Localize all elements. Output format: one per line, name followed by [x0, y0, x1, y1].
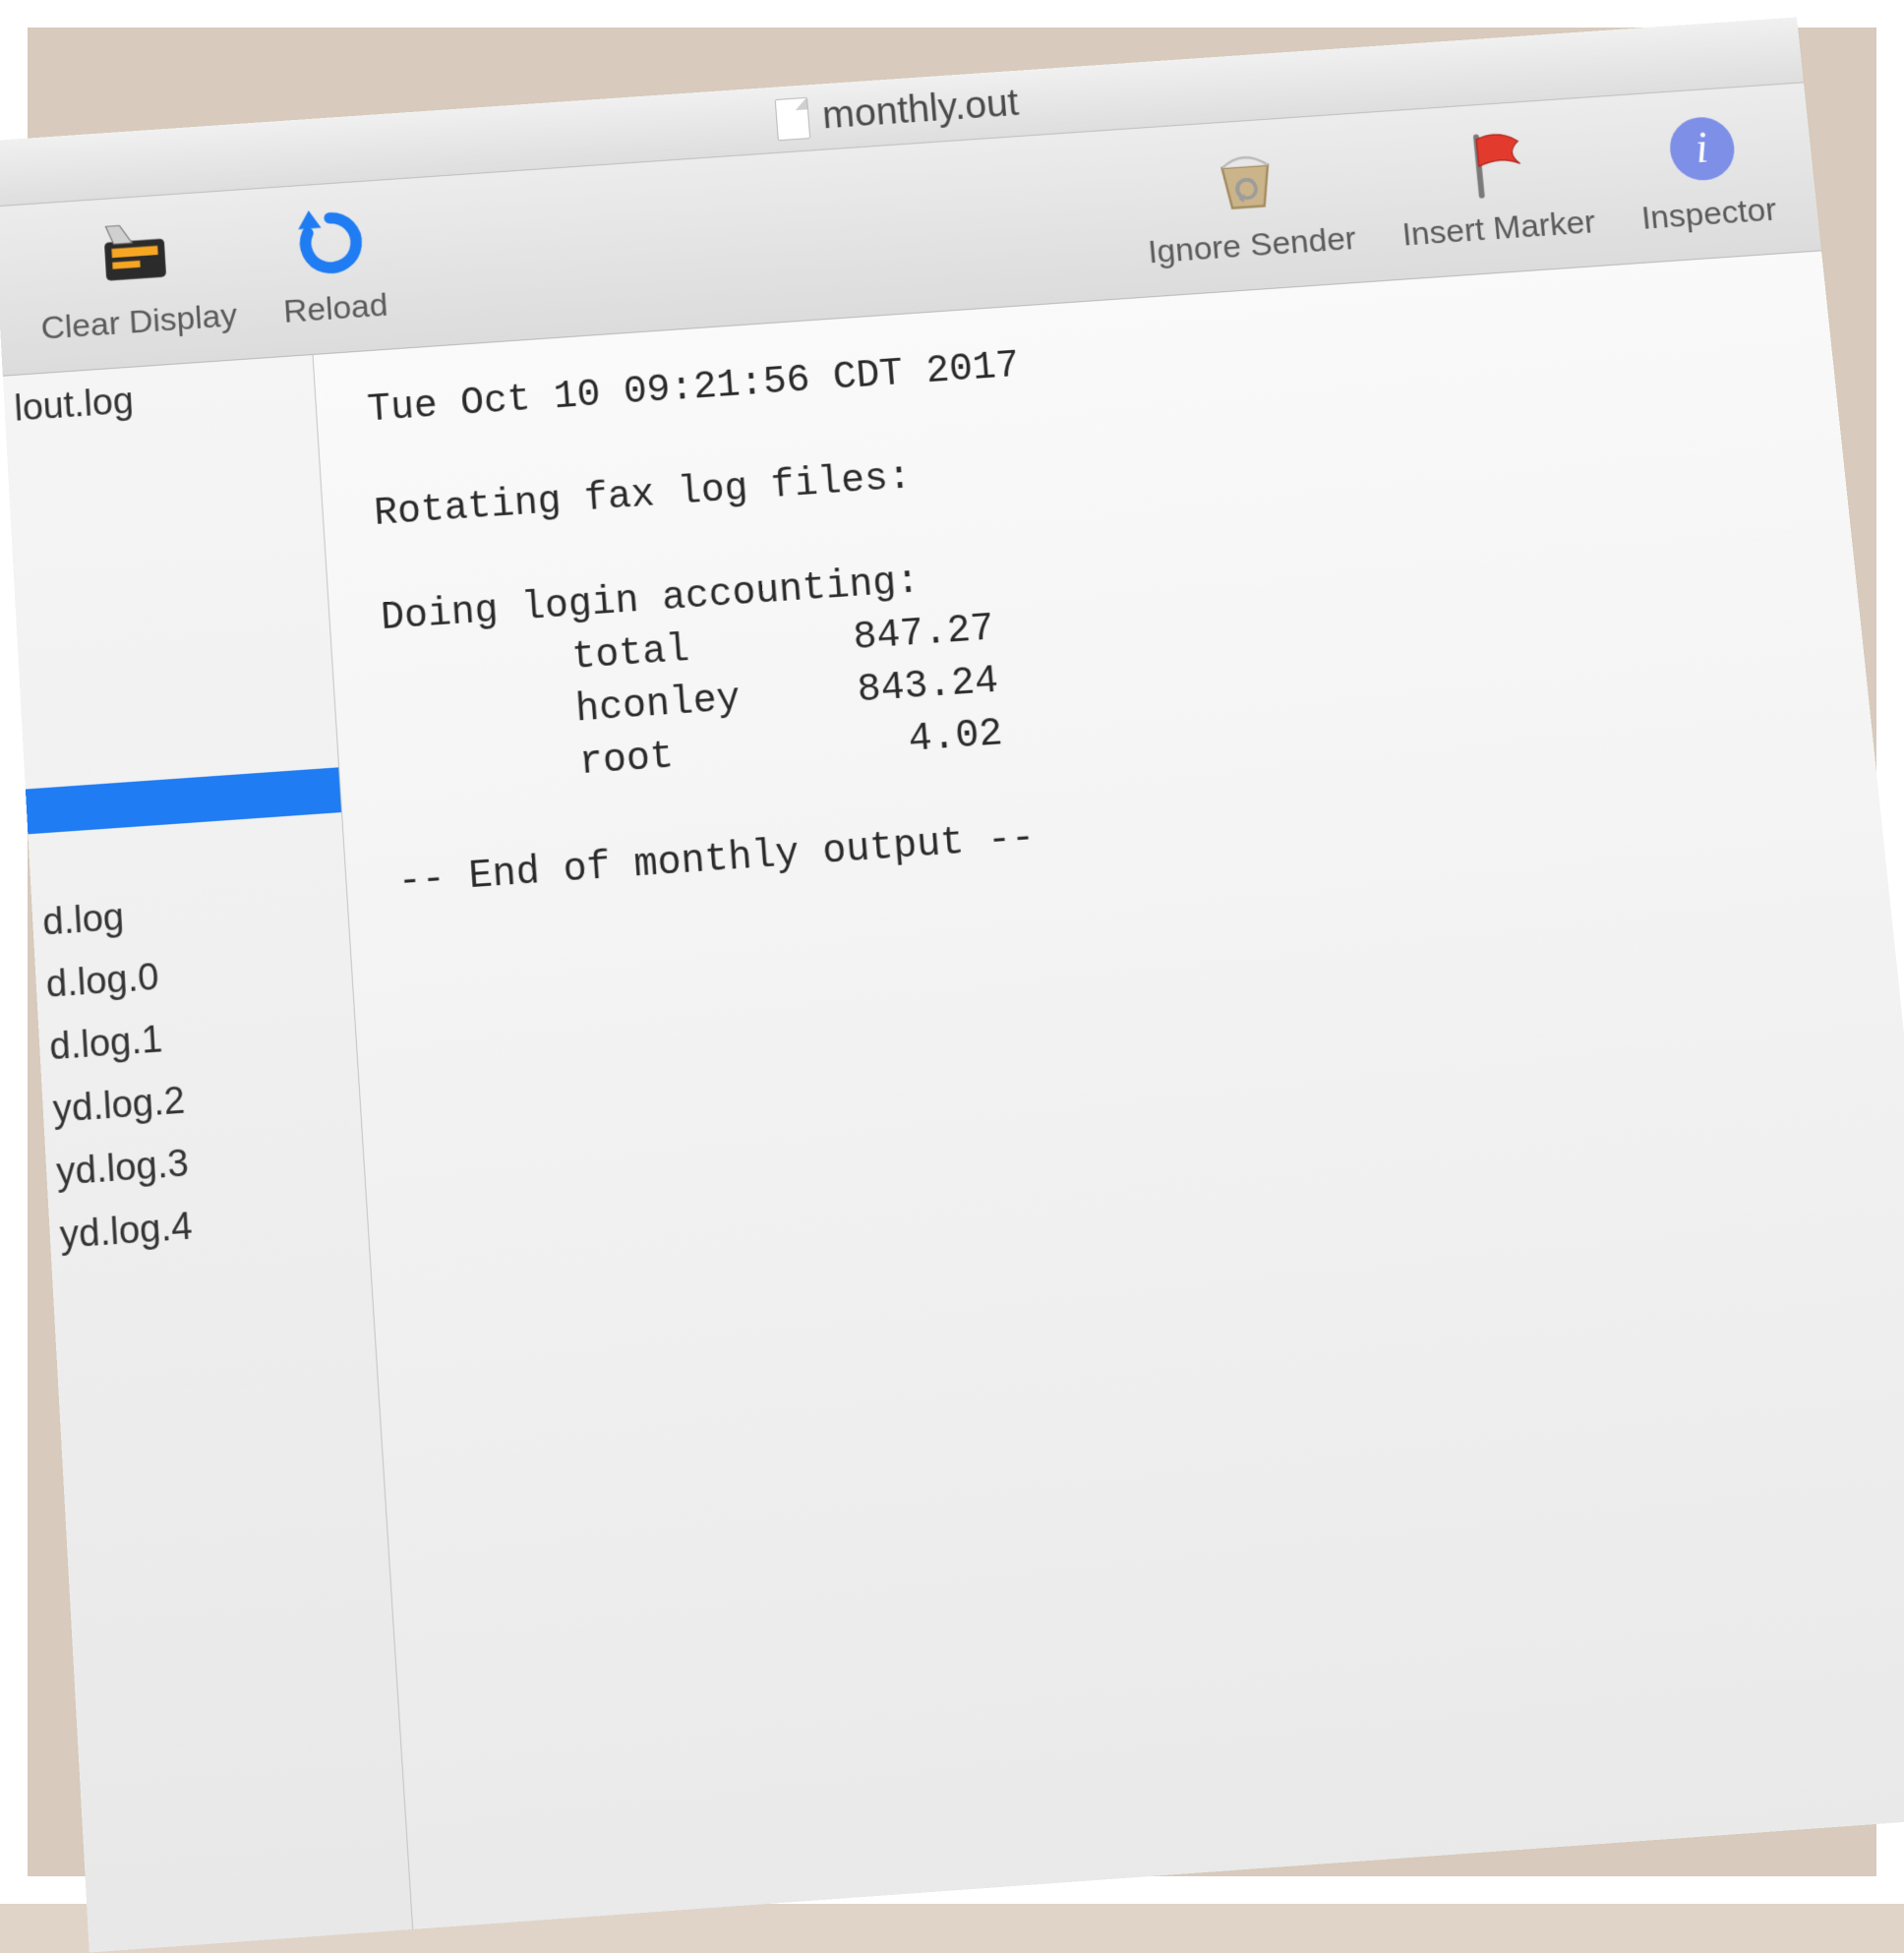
inspector-label: Inspector — [1639, 192, 1778, 238]
clear-display-button[interactable]: Clear Display — [35, 211, 238, 347]
clear-display-icon — [94, 215, 176, 297]
log-footer: -- End of monthly output -- — [396, 816, 1037, 905]
log-content: Tue Oct 10 09:21:56 CDT 2017 Rotating fa… — [313, 251, 1904, 1929]
ignore-sender-label: Ignore Sender — [1147, 220, 1358, 271]
clear-display-label: Clear Display — [40, 297, 238, 348]
acct-user: hconley — [574, 678, 742, 733]
trash-bag-icon — [1204, 140, 1287, 220]
document-icon — [775, 96, 811, 140]
acct-value: 843.24 — [856, 660, 1000, 713]
ignore-sender-button[interactable]: Ignore Sender — [1139, 135, 1357, 271]
log-line: Doing login accounting: — [380, 561, 922, 641]
flag-icon — [1451, 123, 1535, 204]
log-timestamp: Tue Oct 10 09:21:56 CDT 2017 — [366, 345, 1021, 433]
reload-label: Reload — [282, 287, 389, 331]
insert-marker-button[interactable]: Insert Marker — [1393, 119, 1597, 255]
log-line: Rotating fax log files: — [373, 456, 913, 537]
acct-user: total — [570, 628, 690, 681]
reload-icon — [290, 203, 373, 284]
acct-user: root — [578, 736, 676, 786]
acct-value: 4.02 — [907, 712, 1004, 762]
console-window: monthly.out Clear Display — [0, 17, 1904, 1944]
acct-value: 847.27 — [852, 608, 995, 661]
insert-marker-label: Insert Marker — [1400, 204, 1597, 254]
info-icon: i — [1660, 108, 1745, 189]
inspector-button[interactable]: i Inspector — [1632, 106, 1779, 237]
reload-button[interactable]: Reload — [277, 202, 389, 331]
window-title: monthly.out — [821, 82, 1021, 138]
